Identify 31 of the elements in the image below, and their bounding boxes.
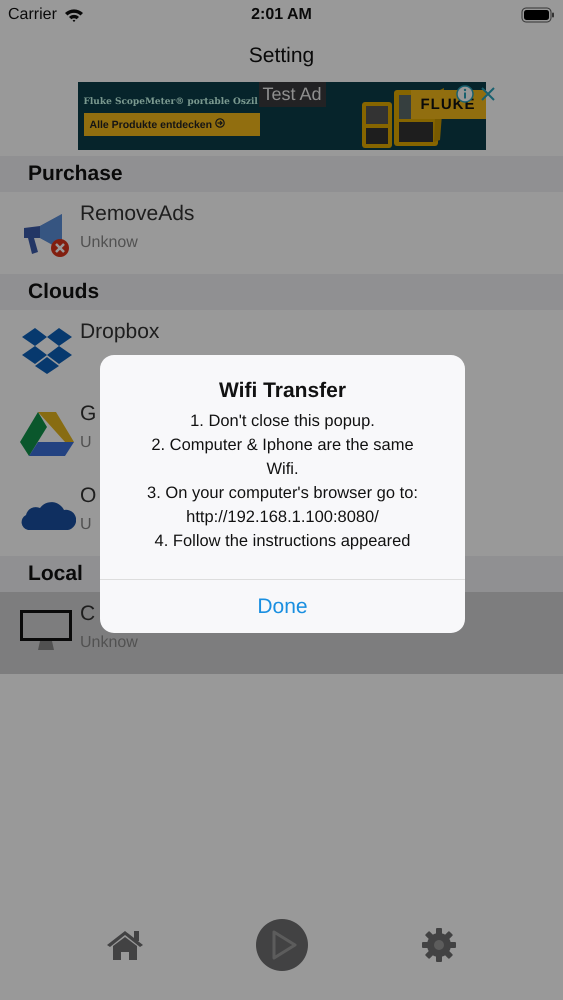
test-ad-label: Test Ad — [258, 82, 326, 107]
dialog-message: 4. Follow the instructions appeared — [154, 531, 410, 552]
row-title: O — [80, 484, 96, 508]
dialog-message: 3. On your computer's browser go to: — [147, 483, 418, 504]
row-title: C — [80, 602, 96, 626]
row-subtitle: U — [80, 516, 93, 534]
dialog-message: 2. Computer & Iphone are the same Wifi. — [150, 435, 415, 480]
section-header: Clouds — [0, 274, 563, 310]
settings-icon[interactable] — [421, 927, 458, 963]
dropbox-icon — [20, 326, 74, 376]
battery-icon — [520, 7, 555, 23]
drive-icon — [20, 410, 74, 456]
section-header: Purchase — [0, 156, 563, 192]
nav-title: Setting — [248, 44, 314, 68]
row-title: G — [80, 402, 96, 426]
dialog-message: 1. Don't close this popup. — [190, 411, 375, 432]
wifi-icon — [64, 8, 84, 22]
status-time: 2:01 AM — [251, 6, 312, 24]
ad-headline: Fluke ScopeMeter® portable Oszil — [84, 96, 259, 106]
row-subtitle: U — [80, 434, 93, 452]
dialog-message: http://192.168.1.100:8080/ — [186, 507, 379, 528]
carrier-name: Carrier — [8, 6, 57, 24]
row-subtitle: Unknow — [80, 234, 139, 252]
home-icon[interactable] — [106, 929, 144, 961]
close-icon[interactable] — [481, 87, 495, 101]
done-button[interactable]: Done — [100, 579, 465, 633]
ad-cta-button[interactable]: Alle Produkte entdecken — [84, 112, 260, 136]
play-icon[interactable] — [255, 918, 310, 972]
row-title: Dropbox — [80, 320, 160, 344]
arrow-circle-icon — [214, 118, 225, 128]
row-title: RemoveAds — [80, 202, 194, 226]
